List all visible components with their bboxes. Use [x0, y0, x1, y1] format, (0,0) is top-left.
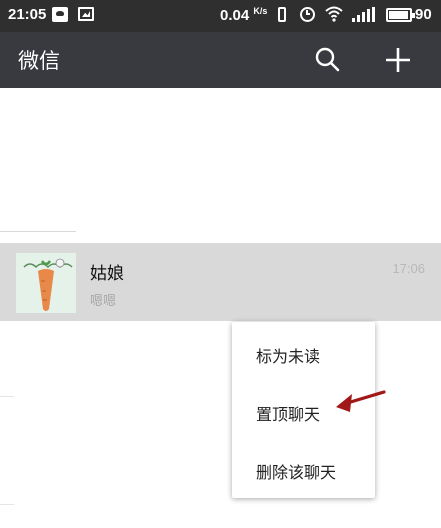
search-icon[interactable] [312, 44, 344, 76]
arrow-left-icon [336, 390, 386, 412]
wifi-icon [325, 6, 343, 22]
carrot-icon [16, 253, 76, 313]
divider [0, 231, 76, 232]
chat-row-selected[interactable]: 姑娘 嗯嗯 17:06 [0, 243, 441, 321]
divider [0, 396, 14, 397]
alarm-icon [300, 7, 315, 22]
menu-item-label: 删除该聊天 [256, 463, 337, 482]
vibrate-icon [278, 7, 286, 22]
chat-preview: 嗯嗯 [90, 294, 117, 309]
chat-name: 姑娘 [90, 264, 124, 284]
signal-icon [352, 7, 375, 22]
chat-time: 17:06 [392, 261, 425, 276]
menu-item-label: 置顶聊天 [256, 405, 321, 424]
speed-value: 0.04 [220, 7, 250, 24]
battery-icon [386, 8, 415, 22]
speed-unit: K/s [253, 6, 268, 16]
status-time: 21:05 [8, 6, 47, 23]
app-bar: 微信 [0, 32, 441, 88]
menu-item-delete-chat[interactable]: 删除该聊天 [232, 440, 375, 498]
carrot-avatar[interactable] [16, 253, 76, 313]
page-title: 微信 [18, 49, 60, 73]
status-bar: 21:05 0.04 K/s 90 [0, 0, 441, 32]
menu-item-label: 标为未读 [256, 347, 321, 366]
menu-item-mark-unread[interactable]: 标为未读 [232, 324, 375, 382]
battery-percent: 90 [415, 6, 432, 23]
image-icon [78, 7, 94, 21]
divider [0, 504, 14, 505]
message-icon [52, 7, 68, 22]
network-speed: 0.04 K/s [220, 6, 267, 24]
plus-icon[interactable] [382, 44, 414, 76]
